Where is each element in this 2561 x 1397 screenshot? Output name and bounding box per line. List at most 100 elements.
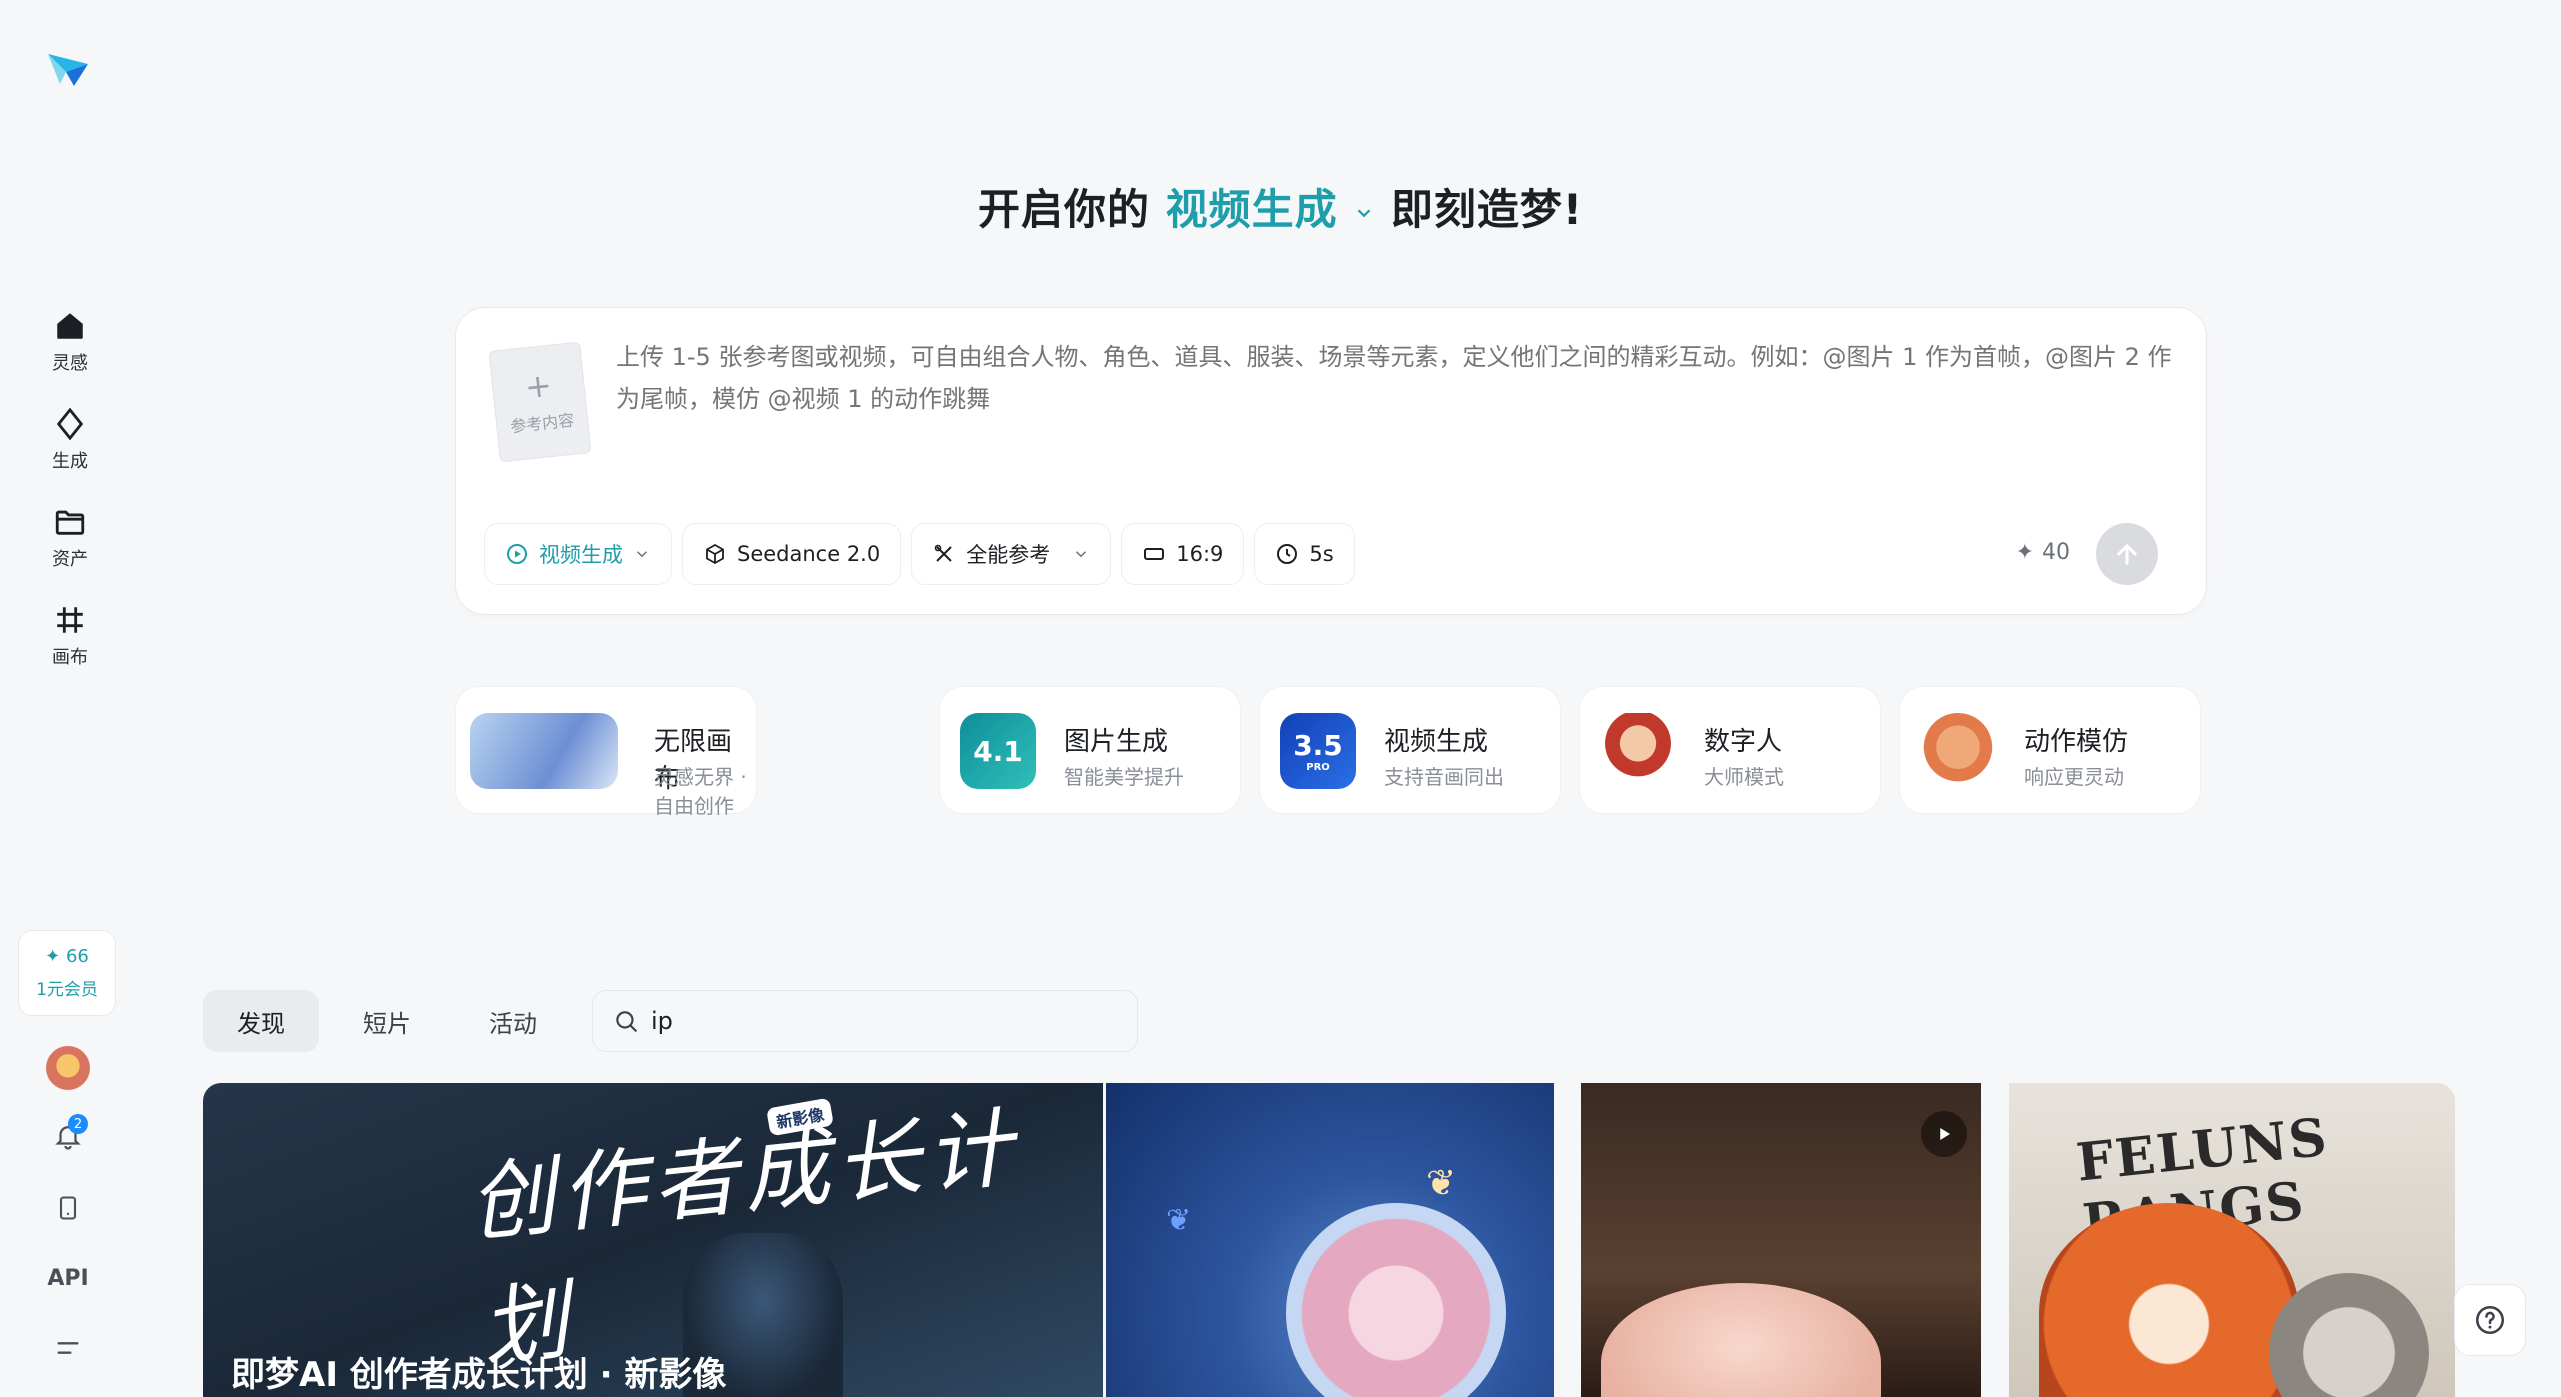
video-mode-icon bbox=[507, 544, 527, 564]
sidebar-item-label: 灵感 bbox=[52, 353, 88, 374]
image-gen-model-icon: 4.1 bbox=[960, 713, 1036, 789]
feature-title: 数字人 bbox=[1704, 727, 1783, 757]
jimeng-logo[interactable] bbox=[44, 44, 92, 92]
sparkle-icon bbox=[56, 407, 84, 441]
feature-subtitle: 支持音画同出 bbox=[1384, 765, 1504, 789]
reference-icon bbox=[934, 544, 952, 562]
play-icon bbox=[1940, 1128, 1950, 1140]
membership-label: 1元会员 bbox=[36, 980, 98, 1000]
feature-subtitle: 大师模式 bbox=[1704, 765, 1784, 789]
creator-program-banner[interactable]: 创作者成长计划 新影像 即梦AI 创作者成长计划 · 新影像 bbox=[203, 1083, 1103, 1397]
tab-events[interactable]: 活动 bbox=[455, 990, 571, 1052]
feature-tile-video-generation[interactable]: 3.5 PRO 视频生成 支持音画同出 bbox=[1259, 686, 1561, 814]
sidebar-item-label: 生成 bbox=[52, 451, 88, 472]
video-gen-tier: PRO bbox=[1306, 762, 1330, 773]
sidebar-item-assets[interactable]: 资产 bbox=[30, 496, 110, 580]
reference-upload-label: 参考内容 bbox=[509, 410, 576, 437]
page-title: 开启你的 视频生成 即刻造梦! bbox=[0, 176, 2561, 237]
sidebar-item-label: 资产 bbox=[52, 549, 88, 570]
search-input[interactable] bbox=[651, 1007, 1111, 1035]
sidebar-item-label: 画布 bbox=[52, 647, 88, 668]
butterfly-icon: ❦ bbox=[1166, 1203, 1192, 1238]
pig-image bbox=[1601, 1283, 1881, 1397]
clock-icon bbox=[1277, 544, 1298, 564]
model-selector[interactable]: Seedance 2.0 bbox=[682, 523, 902, 585]
feature-tile-digital-human[interactable]: 数字人 大师模式 bbox=[1579, 686, 1881, 814]
headline-suffix: 即刻造梦! bbox=[1390, 185, 1584, 234]
tab-shorts[interactable]: 短片 bbox=[329, 990, 445, 1052]
menu-icon bbox=[57, 1342, 79, 1354]
canvas-icon bbox=[57, 607, 83, 633]
cube-icon bbox=[706, 543, 724, 565]
gallery-item-fox-rabbit[interactable]: FELUNS RANGS bbox=[2009, 1083, 2455, 1397]
search-box bbox=[592, 990, 1138, 1052]
feature-subtitle: 响应更灵动 bbox=[2024, 765, 2124, 789]
duration-label: 5s bbox=[1309, 542, 1334, 566]
mode-label: 视频生成 bbox=[539, 543, 623, 567]
headline-prefix: 开启你的 bbox=[977, 185, 1150, 234]
notification-badge: 2 bbox=[68, 1114, 88, 1134]
mobile-app-button[interactable] bbox=[42, 1182, 94, 1234]
plus-icon: + bbox=[523, 365, 554, 407]
sidebar-item-generate[interactable]: 生成 bbox=[30, 398, 110, 482]
phone-icon bbox=[59, 1196, 77, 1220]
aspect-ratio-icon bbox=[1144, 548, 1165, 560]
chevron-down-icon bbox=[1076, 551, 1087, 558]
cost-value: 40 bbox=[2042, 540, 2070, 565]
feature-title: 图片生成 bbox=[1064, 727, 1169, 757]
generate-submit-button[interactable] bbox=[2096, 523, 2158, 585]
sidebar-item-inspiration[interactable]: 灵感 bbox=[30, 300, 110, 384]
mode-selector[interactable]: 视频生成 bbox=[484, 523, 672, 585]
reference-upload-button[interactable]: + 参考内容 bbox=[488, 341, 592, 463]
butterfly-icon: ❦ bbox=[1426, 1163, 1457, 1204]
prompt-input[interactable] bbox=[616, 336, 2176, 486]
home-icon bbox=[57, 313, 83, 339]
search-icon bbox=[616, 1011, 637, 1032]
pegasus-thumbnail bbox=[470, 713, 618, 789]
feature-subtitle: 智能美学提升 bbox=[1064, 765, 1184, 789]
video-gen-model-icon: 3.5 PRO bbox=[1280, 713, 1356, 789]
aspect-ratio-label: 16:9 bbox=[1176, 542, 1224, 566]
user-avatar-button[interactable] bbox=[42, 1042, 94, 1094]
help-icon bbox=[2475, 1305, 2505, 1335]
banner-caption: 即梦AI 创作者成长计划 · 新影像 bbox=[231, 1355, 727, 1395]
headline-mode: 视频生成 bbox=[1165, 185, 1338, 234]
play-button[interactable] bbox=[1921, 1111, 1967, 1157]
notifications-button[interactable]: 2 bbox=[42, 1110, 94, 1162]
api-label: API bbox=[47, 1265, 89, 1291]
feature-title: 动作模仿 bbox=[2024, 727, 2129, 757]
help-button[interactable] bbox=[2454, 1284, 2526, 1356]
tab-discover[interactable]: 发现 bbox=[203, 990, 319, 1052]
video-gen-version: 3.5 bbox=[1293, 729, 1343, 762]
bear-image bbox=[1286, 1203, 1506, 1397]
generation-cost: ✦ 40 bbox=[2016, 540, 2070, 565]
chevron-down-icon bbox=[1357, 208, 1371, 217]
arrow-up-icon bbox=[2117, 543, 2137, 565]
feature-tile-image-generation[interactable]: 4.1 图片生成 智能美学提升 bbox=[939, 686, 1241, 814]
feature-subtitle: 灵感无界 · 自由创作 bbox=[654, 765, 747, 818]
digital-human-thumbnail bbox=[1600, 713, 1676, 789]
headline-mode-selector[interactable]: 视频生成 bbox=[1166, 185, 1391, 234]
sidebar-item-canvas[interactable]: 画布 bbox=[30, 594, 110, 678]
credits-count: ✦ 66 bbox=[45, 946, 89, 967]
duration-selector[interactable]: 5s bbox=[1254, 523, 1355, 585]
sparkle-icon: ✦ bbox=[2015, 540, 2034, 565]
image-gen-version: 4.1 bbox=[973, 734, 1023, 768]
prompt-card: + 参考内容 视频生成 Seedance 2.0 全能参考 16:9 5s ✦ … bbox=[455, 307, 2207, 615]
reference-mode-label: 全能参考 bbox=[966, 543, 1051, 567]
prompt-toolbar: 视频生成 Seedance 2.0 全能参考 16:9 5s bbox=[484, 523, 1355, 585]
folder-icon bbox=[55, 510, 85, 535]
avatar bbox=[46, 1046, 90, 1090]
feature-tile-infinite-canvas[interactable]: 无限画布 灵感无界 · 自由创作 bbox=[455, 686, 757, 818]
gallery-item-pig[interactable] bbox=[1581, 1083, 1981, 1397]
menu-button[interactable] bbox=[42, 1322, 94, 1374]
feature-tile-motion-mimic[interactable]: 动作模仿 响应更灵动 bbox=[1899, 686, 2201, 814]
membership-credits[interactable]: ✦ 66 1元会员 bbox=[18, 930, 116, 1016]
reference-mode-selector[interactable]: 全能参考 bbox=[911, 523, 1112, 585]
gallery-item-flower-bear[interactable]: ❦ ❦ bbox=[1106, 1083, 1554, 1397]
chevron-down-icon bbox=[636, 551, 648, 558]
motion-mimic-thumbnail bbox=[1920, 713, 1996, 789]
aspect-ratio-selector[interactable]: 16:9 bbox=[1121, 523, 1245, 585]
model-label: Seedance 2.0 bbox=[737, 542, 881, 566]
api-button[interactable]: API bbox=[42, 1252, 94, 1304]
